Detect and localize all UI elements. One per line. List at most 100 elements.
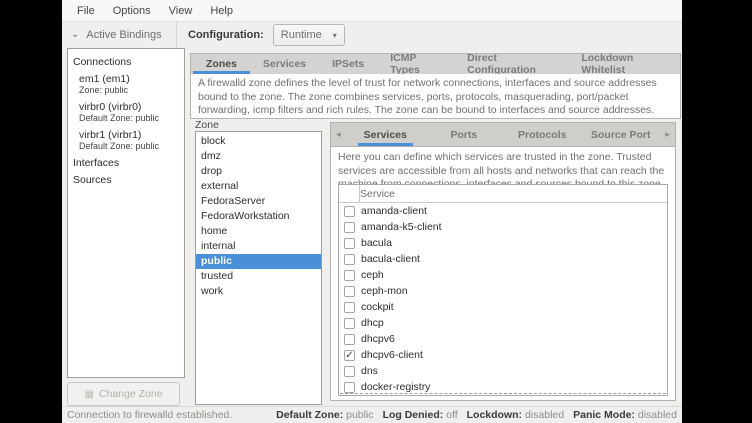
checkbox-amanda-k5-client[interactable] bbox=[344, 222, 355, 233]
checkbox-dhcpv6-client[interactable]: ✓ bbox=[344, 350, 355, 361]
status-value: disabled bbox=[638, 409, 677, 421]
active-bindings-label: Active Bindings bbox=[86, 29, 161, 41]
tab-lockdown-whitelist[interactable]: Lockdown Whitelist bbox=[568, 54, 680, 74]
toolbar-separator bbox=[176, 22, 177, 48]
detail-tab-label: Services bbox=[358, 124, 413, 146]
status-lockdown-: Lockdown: disabled bbox=[467, 409, 564, 421]
status-label: Panic Mode: bbox=[573, 409, 635, 421]
service-row-dhcpv6-client[interactable]: ✓ dhcpv6-client bbox=[339, 347, 667, 363]
service-table-header: Service bbox=[339, 185, 667, 203]
service-row-partial bbox=[339, 395, 667, 396]
tab-ipsets[interactable]: IPSets bbox=[319, 54, 377, 74]
service-row-dhcpv6[interactable]: dhcpv6 bbox=[339, 331, 667, 347]
status-panic-mode-: Panic Mode: disabled bbox=[573, 409, 677, 421]
checkbox-ceph-mon[interactable] bbox=[344, 286, 355, 297]
binding-item-virbr0-virbr0-[interactable]: virbr0 (virbr0)Default Zone: public bbox=[68, 99, 184, 124]
change-zone-icon: ▦ bbox=[84, 389, 93, 400]
checkbox-amanda-client[interactable] bbox=[344, 206, 355, 217]
service-name: dns bbox=[361, 365, 378, 377]
status-message: Connection to firewalld established. bbox=[67, 409, 276, 421]
sidebar-section-sources[interactable]: Sources bbox=[68, 172, 184, 189]
checkbox-bacula-client[interactable] bbox=[344, 254, 355, 265]
zone-row-block[interactable]: block bbox=[196, 134, 321, 149]
menu-view[interactable]: View bbox=[160, 1, 202, 21]
checkbox-ceph[interactable] bbox=[344, 270, 355, 281]
binding-subtitle: Zone: public bbox=[79, 85, 184, 95]
binding-subtitle: Default Zone: public bbox=[79, 141, 184, 151]
tab-direct-configuration[interactable]: Direct Configuration bbox=[454, 54, 568, 74]
service-row-bacula-client[interactable]: bacula-client bbox=[339, 251, 667, 267]
service-row-amanda-k5-client[interactable]: amanda-k5-client bbox=[339, 219, 667, 235]
detail-tab-source-port[interactable]: Source Port bbox=[582, 123, 661, 146]
zone-row-fedoraserver[interactable]: FedoraServer bbox=[196, 194, 321, 209]
service-row-dhcp[interactable]: dhcp bbox=[339, 315, 667, 331]
detail-tab-protocols[interactable]: Protocols bbox=[503, 123, 582, 146]
menu-options[interactable]: Options bbox=[104, 1, 160, 21]
checkbox-dhcp[interactable] bbox=[344, 318, 355, 329]
dropdown-arrow-icon: ▾ bbox=[333, 31, 337, 40]
zone-detail-tabs: Services Ports Protocols Source Port bbox=[346, 123, 660, 146]
zone-row-external[interactable]: external bbox=[196, 179, 321, 194]
detail-tab-label: Protocols bbox=[512, 124, 572, 146]
checkbox-dns[interactable] bbox=[344, 366, 355, 377]
service-name: cockpit bbox=[361, 301, 394, 313]
sidebar-section-interfaces[interactable]: Interfaces bbox=[68, 155, 184, 172]
service-row-bacula[interactable]: bacula bbox=[339, 235, 667, 251]
service-row-docker-registry[interactable]: docker-registry bbox=[339, 379, 667, 395]
change-zone-label: Change Zone bbox=[99, 388, 163, 400]
binding-title: em1 (em1) bbox=[79, 73, 184, 85]
checkbox-dhcpv6[interactable] bbox=[344, 334, 355, 345]
detail-tab-ports[interactable]: Ports bbox=[425, 123, 504, 146]
main-tab-bar: ZonesServicesIPSetsICMP TypesDirect Conf… bbox=[190, 53, 681, 75]
zone-row-home[interactable]: home bbox=[196, 224, 321, 239]
zone-row-trusted[interactable]: trusted bbox=[196, 269, 321, 284]
sidebar-section-connections[interactable]: Connections bbox=[68, 54, 184, 71]
tab-services[interactable]: Services bbox=[250, 54, 319, 74]
zone-list-label: Zone bbox=[195, 119, 219, 131]
zone-row-drop[interactable]: drop bbox=[196, 164, 321, 179]
service-rows: amanda-client amanda-k5-client bacula bacul… bbox=[339, 203, 667, 396]
service-name: ceph-mon bbox=[361, 285, 408, 297]
change-zone-button[interactable]: ▦ Change Zone bbox=[67, 382, 180, 406]
checkbox-bacula[interactable] bbox=[344, 238, 355, 249]
service-row-cockpit[interactable]: cockpit bbox=[339, 299, 667, 315]
configuration-select[interactable]: Runtime ▾ bbox=[273, 24, 345, 46]
zone-row-public[interactable]: public bbox=[196, 254, 321, 269]
binding-item-virbr1-virbr1-[interactable]: virbr1 (virbr1)Default Zone: public bbox=[68, 127, 184, 152]
service-name: amanda-client bbox=[361, 205, 427, 217]
service-row-ceph-mon[interactable]: ceph-mon bbox=[339, 283, 667, 299]
checkbox-cockpit[interactable] bbox=[344, 302, 355, 313]
tab-scroll-right-icon[interactable]: ▸ bbox=[660, 123, 675, 146]
menu-file[interactable]: File bbox=[68, 1, 104, 21]
screen: FileOptionsViewHelp ⌄ Active Bindings Co… bbox=[0, 0, 752, 423]
service-row-ceph[interactable]: ceph bbox=[339, 267, 667, 283]
tab-zones[interactable]: Zones bbox=[193, 54, 250, 74]
status-log-denied-: Log Denied: off bbox=[383, 409, 458, 421]
zone-row-fedoraworkstation[interactable]: FedoraWorkstation bbox=[196, 209, 321, 224]
service-name: docker-registry bbox=[361, 381, 430, 393]
detail-tab-services[interactable]: Services bbox=[346, 123, 425, 146]
binding-title: virbr0 (virbr0) bbox=[79, 101, 184, 113]
status-label: Log Denied: bbox=[383, 409, 444, 421]
service-row-dns[interactable]: dns bbox=[339, 363, 667, 379]
binding-item-em1-em1-[interactable]: em1 (em1)Zone: public bbox=[68, 71, 184, 96]
status-value: public bbox=[346, 409, 373, 421]
zone-row-dmz[interactable]: dmz bbox=[196, 149, 321, 164]
checkbox-docker-registry[interactable] bbox=[344, 382, 355, 393]
service-name: ceph bbox=[361, 269, 384, 281]
service-name: dhcpv6-client bbox=[361, 349, 423, 361]
zone-row-internal[interactable]: internal bbox=[196, 239, 321, 254]
status-value: disabled bbox=[525, 409, 564, 421]
status-label: Default Zone: bbox=[276, 409, 343, 421]
tab-icmp-types[interactable]: ICMP Types bbox=[377, 54, 454, 74]
zone-row-work[interactable]: work bbox=[196, 284, 321, 299]
service-row-amanda-client[interactable]: amanda-client bbox=[339, 203, 667, 219]
service-name: bacula-client bbox=[361, 253, 420, 265]
binding-subtitle: Default Zone: public bbox=[79, 113, 184, 123]
service-name: amanda-k5-client bbox=[361, 221, 442, 233]
service-table: Service amanda-client amanda-k5-client bac… bbox=[338, 184, 668, 396]
tab-scroll-left-icon[interactable]: ◂ bbox=[331, 123, 346, 146]
menu-help[interactable]: Help bbox=[201, 1, 242, 21]
configuration-label: Configuration: bbox=[188, 29, 264, 41]
active-bindings-toggle[interactable]: ⌄ Active Bindings bbox=[62, 29, 176, 41]
